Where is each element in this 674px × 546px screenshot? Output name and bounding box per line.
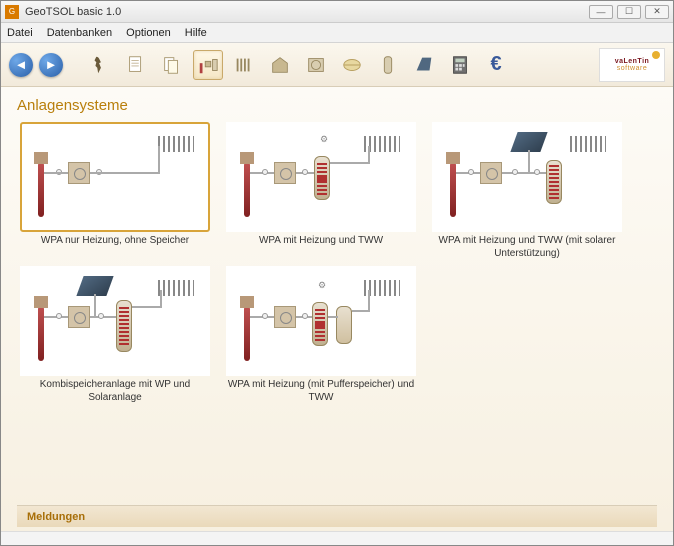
menu-datenbanken[interactable]: Datenbanken (47, 27, 112, 39)
toolbar-ground-button[interactable] (337, 50, 367, 80)
system-diagram-2: ⚙ (226, 122, 416, 232)
toolbar-calculator-button[interactable] (445, 50, 475, 80)
system-card-2[interactable]: ⚙ WPA mit Heizung und TWW (223, 122, 419, 260)
system-diagram-5: ⚙ (226, 266, 416, 376)
toolbar-solar-button[interactable] (409, 50, 439, 80)
arrow-right-icon: ► (45, 57, 58, 72)
system-caption-3: WPA mit Heizung und TWW (mit solarer Unt… (429, 235, 625, 260)
close-button[interactable]: ✕ (645, 5, 669, 19)
toolbar-euro-button[interactable]: € (481, 50, 511, 80)
system-caption-4: Kombispeicheranlage mit WP und Solaranla… (17, 379, 213, 404)
solar-icon (413, 54, 435, 76)
ground-icon (341, 54, 363, 76)
system-caption-1: WPA nur Heizung, ohne Speicher (41, 235, 189, 259)
nav-back-button[interactable]: ◄ (9, 53, 33, 77)
menu-hilfe[interactable]: Hilfe (185, 27, 207, 39)
system-card-5[interactable]: ⚙ WPA mit Heizung (mit Pufferspeicher) u… (223, 266, 419, 404)
system-caption-5: WPA mit Heizung (mit Pufferspeicher) und… (223, 379, 419, 404)
logo-text-1: vaLenTin (615, 58, 650, 65)
app-window: G GeoTSOL basic 1.0 — ☐ ✕ Datei Datenban… (0, 0, 674, 546)
radiator-icon (233, 54, 255, 76)
systems-grid: WPA nur Heizung, ohne Speicher (17, 122, 657, 505)
window-title: GeoTSOL basic 1.0 (25, 6, 589, 18)
page-title: Anlagensysteme (17, 97, 657, 114)
toolbar-run-button[interactable] (85, 50, 115, 80)
app-icon: G (5, 5, 19, 19)
system-icon (197, 54, 219, 76)
document-icon (125, 54, 147, 76)
toolbar: ◄ ► (1, 43, 673, 87)
messages-bar[interactable]: Meldungen (17, 505, 657, 527)
system-card-3[interactable]: WPA mit Heizung und TWW (mit solarer Unt… (429, 122, 625, 260)
system-diagram-3 (432, 122, 622, 232)
arrow-left-icon: ◄ (15, 57, 28, 72)
report-icon (161, 54, 183, 76)
building-icon (269, 54, 291, 76)
menu-datei[interactable]: Datei (7, 27, 33, 39)
maximize-button[interactable]: ☐ (617, 5, 641, 19)
minimize-button[interactable]: — (589, 5, 613, 19)
toolbar-tank-button[interactable] (373, 50, 403, 80)
run-icon (89, 54, 111, 76)
window-controls: — ☐ ✕ (589, 5, 669, 19)
nav-forward-button[interactable]: ► (39, 53, 63, 77)
tank-icon (377, 54, 399, 76)
toolbar-system-button[interactable] (193, 50, 223, 80)
euro-icon: € (490, 53, 501, 76)
content-area: Anlagensysteme (1, 87, 673, 531)
vendor-logo: vaLenTin software (599, 48, 665, 82)
messages-label: Meldungen (27, 511, 85, 523)
logo-text-2: software (617, 65, 647, 72)
system-card-1[interactable]: WPA nur Heizung, ohne Speicher (17, 122, 213, 260)
toolbar-heatpump-button[interactable] (301, 50, 331, 80)
menubar: Datei Datenbanken Optionen Hilfe (1, 23, 673, 43)
statusbar (1, 531, 673, 545)
heatpump-icon (305, 54, 327, 76)
toolbar-building-button[interactable] (265, 50, 295, 80)
system-caption-2: WPA mit Heizung und TWW (259, 235, 383, 259)
toolbar-report-button[interactable] (157, 50, 187, 80)
titlebar: G GeoTSOL basic 1.0 — ☐ ✕ (1, 1, 673, 23)
system-diagram-1 (20, 122, 210, 232)
toolbar-document-button[interactable] (121, 50, 151, 80)
calculator-icon (449, 54, 471, 76)
menu-optionen[interactable]: Optionen (126, 27, 171, 39)
system-diagram-4 (20, 266, 210, 376)
system-card-4[interactable]: Kombispeicheranlage mit WP und Solaranla… (17, 266, 213, 404)
toolbar-radiator-button[interactable] (229, 50, 259, 80)
